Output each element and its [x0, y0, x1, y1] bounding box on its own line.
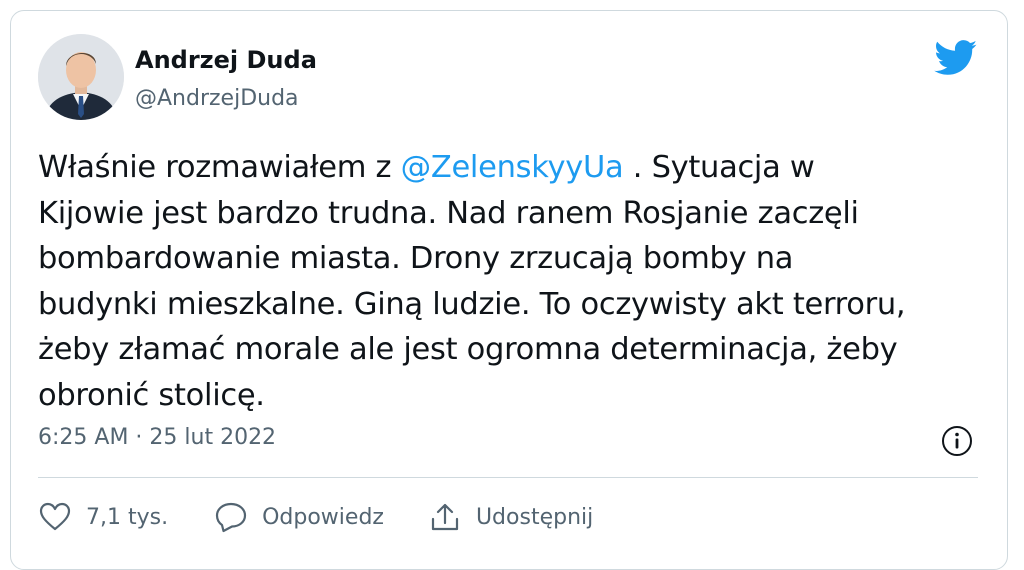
author-handle[interactable]: @AndrzejDuda: [135, 86, 299, 111]
tweet-line: budynki mieszkalne. Giną ludzie. To oczy…: [38, 286, 906, 322]
speech-bubble-icon: [214, 501, 248, 533]
heart-icon: [38, 501, 72, 533]
share-upload-icon: [428, 501, 462, 533]
tweet-line: Właśnie rozmawiałem z @ZelenskyyUa . Syt…: [38, 145, 978, 191]
share-button[interactable]: Udostępnij: [428, 501, 593, 533]
twitter-bird-icon[interactable]: [934, 40, 978, 76]
tweet-timestamp[interactable]: 6:25 AM · 25 lut 2022: [38, 425, 276, 450]
tweet-text-segment: . Sytuacja w: [623, 150, 815, 185]
share-label: Udostępnij: [475, 504, 594, 530]
tweet-line: Kijowie jest bardzo trudna. Nad ranem Ro…: [38, 195, 859, 231]
tweet-line: obronić stolicę.: [38, 377, 265, 413]
mention-link[interactable]: @ZelenskyyUa: [401, 150, 624, 185]
reply-button[interactable]: Odpowiedz: [214, 501, 384, 533]
tweet-line: bombardowanie miasta. Drony zrzucają bom…: [38, 241, 794, 276]
like-button[interactable]: 7,1 tys.: [38, 501, 168, 533]
divider: [38, 477, 978, 478]
author-name[interactable]: Andrzej Duda: [135, 46, 317, 74]
reply-label: Odpowiedz: [262, 504, 384, 530]
tweet-text-segment: Właśnie rozmawiałem z: [38, 150, 401, 185]
tweet-line: żeby złamać morale ale jest ogromna dete…: [38, 332, 898, 367]
action-bar: 7,1 tys. Odpowiedz Udostępnij: [38, 497, 593, 537]
tweet-text: Właśnie rozmawiałem z @ZelenskyyUa . Syt…: [38, 145, 978, 418]
avatar[interactable]: [38, 34, 124, 120]
like-count: 7,1 tys.: [86, 504, 169, 530]
info-icon[interactable]: [939, 423, 975, 459]
